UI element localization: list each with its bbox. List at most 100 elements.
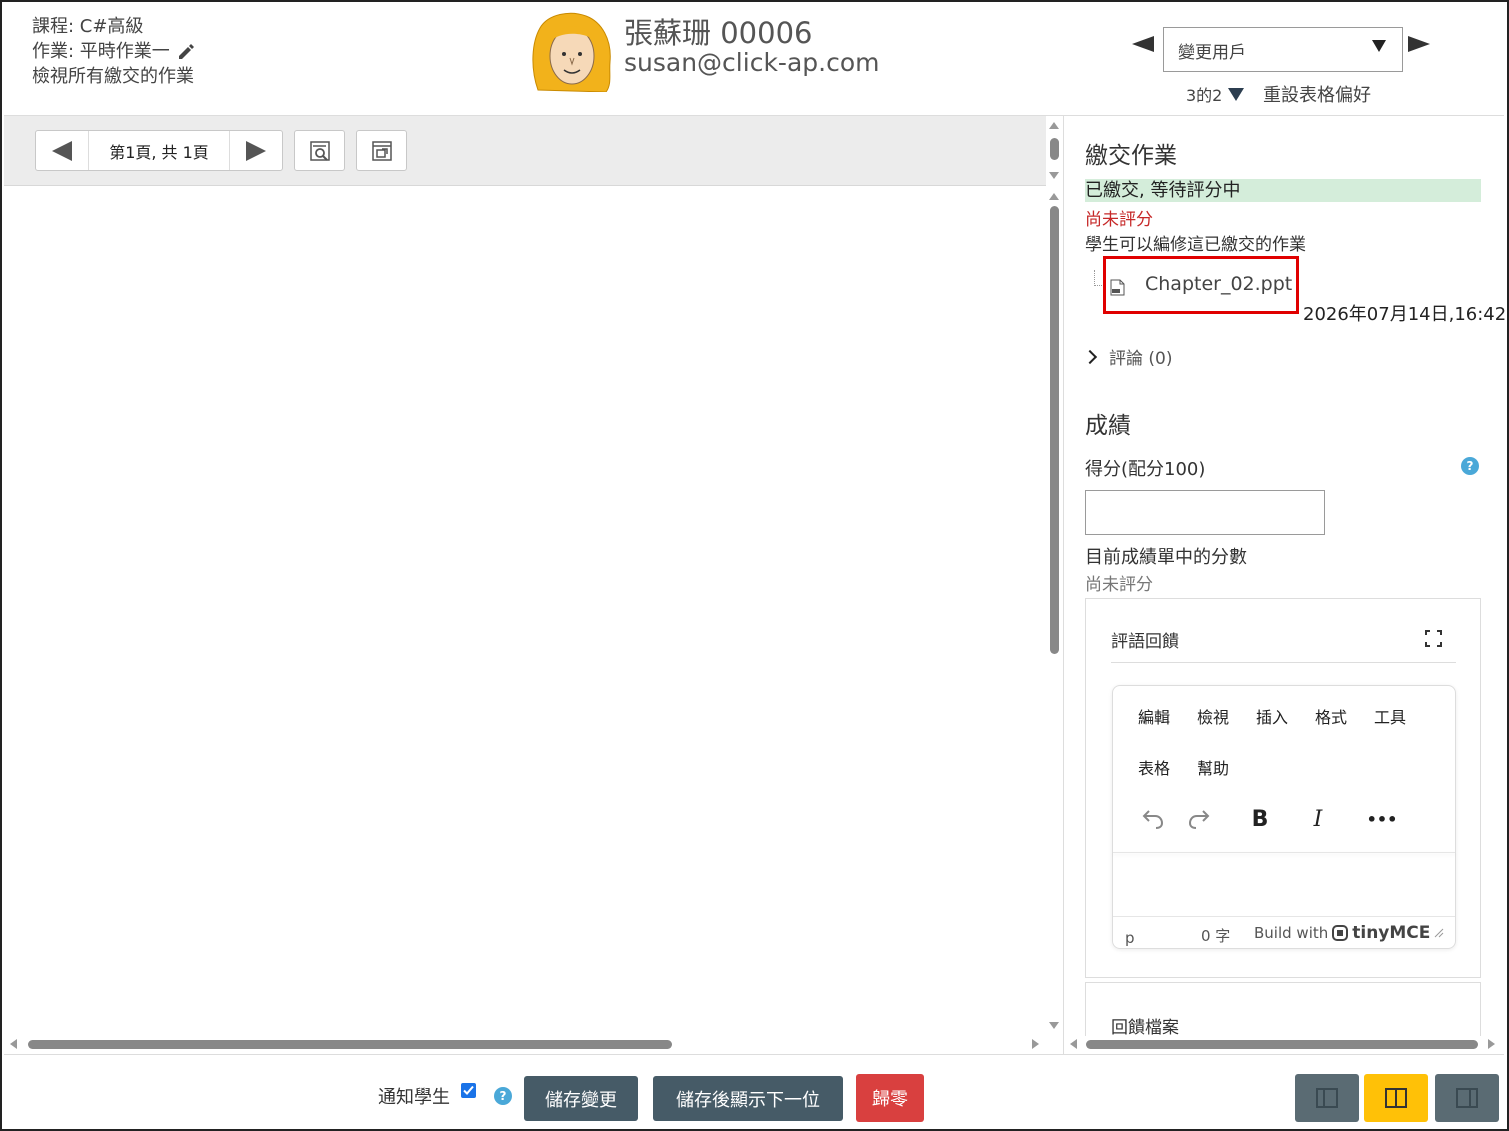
feedback-divider bbox=[1111, 662, 1456, 663]
review-horizontal-scrollbar[interactable] bbox=[4, 1036, 1046, 1052]
resize-handle-icon[interactable] bbox=[1434, 928, 1444, 938]
menu-tools[interactable]: 工具 bbox=[1374, 704, 1433, 755]
user-name[interactable]: 張蘇珊 00006 bbox=[624, 10, 812, 52]
menu-edit[interactable]: 編輯 bbox=[1138, 704, 1197, 755]
build-with-label: Build with bbox=[1254, 924, 1329, 942]
menu-help[interactable]: 幫助 bbox=[1197, 755, 1256, 806]
undo-icon bbox=[1142, 810, 1164, 829]
page-navigator: 第1頁, 共 1頁 bbox=[35, 130, 283, 171]
change-user-select[interactable]: 變更用戶 bbox=[1163, 27, 1403, 72]
search-comments-icon bbox=[309, 140, 330, 161]
scroll-thumb[interactable] bbox=[1086, 1040, 1478, 1049]
pane-divider[interactable] bbox=[1063, 116, 1064, 1054]
help-icon[interactable]: ? bbox=[1461, 457, 1479, 475]
grading-status: 尚未評分 bbox=[1085, 210, 1153, 230]
panel-left-icon bbox=[1316, 1088, 1338, 1108]
notify-student-checkbox[interactable] bbox=[461, 1083, 476, 1098]
menu-format[interactable]: 格式 bbox=[1315, 704, 1374, 755]
current-grade-label: 目前成績單中的分數 bbox=[1085, 547, 1247, 568]
submission-heading: 繳交作業 bbox=[1085, 143, 1177, 169]
panel-right-icon bbox=[1456, 1088, 1478, 1108]
user-count-label: 3的2 bbox=[1186, 86, 1223, 105]
feedback-comments-card: 評語回饋 編輯 檢視 插入 格式 工具 表格 幫助 B I ••• p 0 字 … bbox=[1085, 598, 1481, 978]
comments-toggle[interactable]: 評論 (0) bbox=[1082, 344, 1172, 369]
course-link[interactable]: 課程: C#高級 bbox=[32, 14, 143, 39]
edit-note: 學生可以編修這已繳交的作業 bbox=[1085, 235, 1306, 255]
panel-horizontal-scrollbar[interactable] bbox=[1066, 1036, 1502, 1052]
editor-toolbar-divider bbox=[1113, 852, 1455, 853]
footer-divider bbox=[4, 1054, 1504, 1055]
scroll-up-icon bbox=[1049, 193, 1059, 200]
next-user-arrow-icon[interactable] bbox=[1408, 36, 1430, 52]
scroll-left-icon bbox=[1070, 1039, 1077, 1049]
feedback-title: 評語回饋 bbox=[1111, 632, 1179, 652]
fullscreen-icon[interactable] bbox=[1425, 630, 1442, 647]
review-vertical-scrollbar[interactable] bbox=[1046, 188, 1062, 1036]
next-page-button[interactable] bbox=[230, 131, 282, 170]
change-user-label: 變更用戶 bbox=[1178, 43, 1246, 63]
feedback-files-title: 回饋檔案 bbox=[1111, 1018, 1179, 1038]
redo-button[interactable] bbox=[1184, 804, 1214, 834]
user-count-dropdown[interactable]: 3的2 bbox=[1186, 82, 1245, 106]
scroll-right-icon bbox=[1032, 1039, 1039, 1049]
word-count[interactable]: 0 字 bbox=[1201, 925, 1230, 946]
submission-file-link[interactable]: Chapter_02.ppt bbox=[1145, 273, 1292, 295]
split-panel-icon bbox=[1385, 1088, 1407, 1108]
notify-help-icon[interactable]: ? bbox=[494, 1087, 512, 1105]
scroll-down-icon bbox=[1049, 1022, 1059, 1029]
previous-page-button[interactable] bbox=[36, 131, 88, 170]
save-changes-button[interactable]: 儲存變更 bbox=[524, 1076, 638, 1121]
user-email: susan@click-ap.com bbox=[624, 48, 880, 77]
menu-table[interactable]: 表格 bbox=[1138, 755, 1197, 806]
brand-name: tinyMCE bbox=[1352, 923, 1431, 943]
toolbar-vertical-scrollbar[interactable] bbox=[1046, 118, 1062, 186]
tinymce-branding[interactable]: Build with tinyMCE bbox=[1254, 923, 1444, 943]
user-avatar bbox=[532, 12, 611, 92]
layout-split-button[interactable] bbox=[1364, 1074, 1428, 1122]
expand-panel-button[interactable] bbox=[356, 130, 407, 171]
scroll-thumb[interactable] bbox=[1050, 138, 1059, 160]
assignment-link[interactable]: 作業: 平時作業一 bbox=[32, 39, 170, 64]
rich-text-editor[interactable]: 編輯 檢視 插入 格式 工具 表格 幫助 B I ••• p 0 字 Build… bbox=[1112, 685, 1456, 949]
scroll-up-icon bbox=[1049, 122, 1059, 129]
filter-caret-icon bbox=[1228, 87, 1245, 101]
chevron-right-icon bbox=[1082, 349, 1098, 364]
dropdown-caret-icon bbox=[1372, 40, 1386, 52]
notify-student-label: 通知學生 bbox=[378, 1087, 450, 1108]
scroll-thumb[interactable] bbox=[1050, 206, 1059, 654]
layout-grade-only-button[interactable] bbox=[1295, 1074, 1359, 1122]
previous-user-arrow-icon[interactable] bbox=[1132, 36, 1154, 52]
more-options-button[interactable]: ••• bbox=[1362, 804, 1402, 834]
reset-table-preferences-link[interactable]: 重設表格偏好 bbox=[1263, 81, 1371, 107]
layout-review-only-button[interactable] bbox=[1435, 1074, 1499, 1122]
scroll-down-icon bbox=[1049, 172, 1059, 179]
feedback-files-card: 回饋檔案 bbox=[1085, 982, 1481, 1038]
scroll-left-icon bbox=[10, 1039, 17, 1049]
menu-insert[interactable]: 插入 bbox=[1256, 704, 1315, 755]
left-triangle-icon bbox=[52, 140, 72, 161]
editor-toolbar: B I ••• bbox=[1138, 804, 1438, 834]
save-and-next-button[interactable]: 儲存後顯示下一位 bbox=[653, 1076, 843, 1121]
score-label: 得分(配分100) bbox=[1085, 459, 1206, 480]
bold-button[interactable]: B bbox=[1248, 804, 1272, 834]
submission-status: 已繳交, 等待評分中 bbox=[1085, 179, 1481, 202]
scroll-right-icon bbox=[1488, 1039, 1495, 1049]
page-indicator: 第1頁, 共 1頁 bbox=[88, 131, 230, 170]
score-input[interactable] bbox=[1085, 490, 1325, 535]
reset-button[interactable]: 歸零 bbox=[856, 1074, 924, 1122]
italic-button[interactable]: I bbox=[1306, 804, 1330, 834]
menu-view[interactable]: 檢視 bbox=[1197, 704, 1256, 755]
view-all-submissions-link[interactable]: 檢視所有繳交的作業 bbox=[32, 64, 194, 89]
grade-heading: 成績 bbox=[1085, 413, 1131, 439]
editor-menubar: 編輯 檢視 插入 格式 工具 表格 幫助 bbox=[1138, 704, 1438, 806]
checkmark-icon bbox=[463, 1085, 474, 1095]
assignment-info: 課程: C#高級 作業: 平時作業一 檢視所有繳交的作業 bbox=[32, 14, 196, 89]
current-grade-value: 尚未評分 bbox=[1085, 575, 1153, 595]
scroll-thumb[interactable] bbox=[28, 1040, 672, 1049]
redo-icon bbox=[1188, 810, 1210, 829]
undo-button[interactable] bbox=[1138, 804, 1168, 834]
edit-pencil-icon[interactable] bbox=[176, 42, 196, 62]
tinymce-logo-icon bbox=[1332, 925, 1349, 941]
search-comments-button[interactable] bbox=[294, 130, 345, 171]
element-path[interactable]: p bbox=[1125, 929, 1135, 947]
